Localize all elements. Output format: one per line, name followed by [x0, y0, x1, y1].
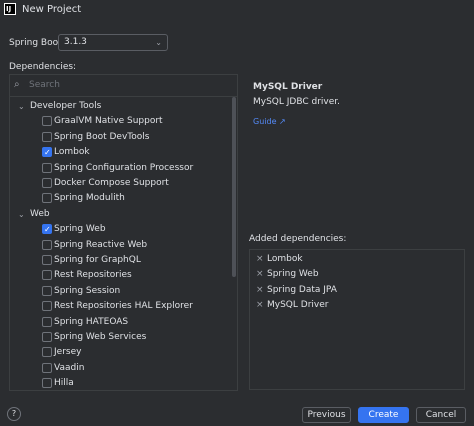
added-dependency-label: Spring Web [267, 269, 319, 280]
dependency-checkbox[interactable] [42, 239, 52, 250]
tree-item-label: Web [30, 208, 50, 219]
search-icon: ⌕ [14, 79, 20, 90]
tree-item[interactable]: Spring Reactive Web [10, 238, 230, 253]
dependency-checkbox[interactable] [42, 362, 52, 373]
tree-item-label: Docker Compose Support [54, 178, 169, 188]
tree-item-label: Spring Boot DevTools [54, 131, 150, 142]
tree-item[interactable]: Spring HATEOAS [10, 315, 230, 330]
tree-item[interactable]: Rest Repositories [10, 268, 230, 283]
dependencies-label: Dependencies: [9, 62, 77, 72]
dependency-checkbox[interactable] [42, 222, 52, 237]
tree-item-label: Vaadin [54, 362, 85, 373]
remove-icon[interactable]: × [256, 267, 264, 281]
dependencies-tree[interactable]: ⌕ Search ⌄ Developer Tools GraalVM Native … [9, 74, 238, 391]
tree-item[interactable]: Spring Session [10, 284, 230, 299]
search-bar[interactable]: ⌕ Search [10, 75, 237, 97]
spring-boot-label: Spring Boot: [9, 38, 65, 48]
spring-boot-version-value: 3.1.3 [64, 37, 87, 47]
tree-item-label: Spring for GraphQL [54, 255, 141, 265]
dependency-checkbox[interactable] [42, 301, 52, 312]
tree-item-label: Spring Web [54, 224, 106, 235]
tree-item-label: Spring HATEOAS [54, 316, 129, 327]
tree-item-label: Hilla [54, 378, 74, 389]
dependency-checkbox[interactable] [42, 270, 52, 281]
dependency-checkbox[interactable] [42, 131, 52, 142]
dependency-checkbox[interactable] [42, 116, 52, 127]
tree-item-label: Rest Repositories [54, 270, 132, 281]
added-dependencies-label: Added dependencies: [249, 234, 347, 244]
tree-item[interactable]: Spring Boot DevTools [10, 130, 230, 145]
tree-item[interactable]: Jersey [10, 345, 230, 360]
dependency-checkbox[interactable] [42, 178, 52, 188]
tree-scrollbar[interactable] [232, 97, 236, 277]
tree-item[interactable]: Spring Web Services [10, 330, 230, 345]
tree-item[interactable]: Rest Repositories HAL Explorer [10, 299, 230, 314]
tree-item[interactable]: Spring Web [10, 222, 230, 237]
tree-item[interactable]: GraalVM Native Support [10, 114, 230, 129]
title-bar: IJ New Project [0, 0, 474, 22]
dependency-checkbox[interactable] [42, 285, 52, 296]
added-dependency-label: MySQL Driver [267, 299, 329, 310]
tree-item-label: Spring Configuration Processor [54, 162, 194, 173]
dependency-checkbox[interactable] [42, 145, 52, 160]
guide-link[interactable]: Guide ↗ [253, 117, 286, 126]
selected-dependency-name: MySQL Driver [253, 82, 323, 92]
tree-item[interactable]: Vaadin [10, 361, 230, 376]
tree-item-label: Lombok [54, 147, 90, 158]
dependency-checkbox[interactable] [42, 347, 52, 358]
tree-item[interactable]: Lombok [10, 145, 230, 160]
cancel-button[interactable]: Cancel [416, 407, 466, 423]
tree-item[interactable]: Spring Modulith [10, 191, 230, 206]
added-dependency-label: Lombok [267, 254, 303, 264]
tree-item-label: Developer Tools [30, 101, 102, 111]
tree-item-label: GraalVM Native Support [54, 116, 163, 127]
previous-button[interactable]: Previous [302, 407, 351, 423]
added-dependency-label: Spring Data JPA [267, 284, 337, 295]
tree-group[interactable]: ⌄ Web [10, 207, 230, 222]
tree-item-label: Spring Session [54, 285, 121, 296]
dependency-checkbox[interactable] [42, 332, 52, 342]
chevron-down-icon[interactable]: ⌄ [18, 207, 25, 222]
tree-item-label: Jersey [54, 347, 82, 358]
dependency-checkbox[interactable] [42, 255, 52, 265]
added-dependencies-list: × Lombok × Spring Web × Spring Data JPA × MySQL… [249, 249, 465, 390]
spring-boot-version-select[interactable]: 3.1.3 ⌄ [58, 34, 168, 51]
dependency-checkbox[interactable] [42, 378, 52, 389]
window-title: New Project [22, 4, 82, 15]
remove-icon[interactable]: × [256, 283, 264, 297]
tree-group[interactable]: ⌄ Developer Tools [10, 99, 230, 114]
tree-item-label: Rest Repositories HAL Explorer [54, 301, 193, 312]
selected-dependency-description: MySQL JDBC driver. [253, 97, 341, 107]
tree-item[interactable]: Hilla [10, 376, 230, 390]
intellij-app-icon: IJ [4, 3, 16, 15]
tree-item-label: Spring Reactive Web [54, 239, 148, 250]
create-button[interactable]: Create [358, 407, 409, 423]
tree-item-label: Spring Web Services [54, 332, 147, 342]
tree-item-label: Spring Modulith [54, 193, 125, 204]
search-input[interactable]: Search [29, 80, 60, 90]
dependency-checkbox[interactable] [42, 316, 52, 327]
dependency-checkbox[interactable] [42, 162, 52, 173]
dependency-checkbox[interactable] [42, 193, 52, 204]
chevron-down-icon[interactable]: ⌄ [18, 99, 25, 114]
remove-icon[interactable]: × [256, 298, 264, 312]
chevron-down-icon: ⌄ [155, 38, 162, 47]
remove-icon[interactable]: × [256, 252, 264, 266]
tree-item[interactable]: Spring for GraphQL [10, 253, 230, 268]
tree-item[interactable]: Docker Compose Support [10, 176, 230, 191]
tree-item[interactable]: Spring Configuration Processor [10, 161, 230, 176]
help-button[interactable]: ? [7, 407, 21, 421]
